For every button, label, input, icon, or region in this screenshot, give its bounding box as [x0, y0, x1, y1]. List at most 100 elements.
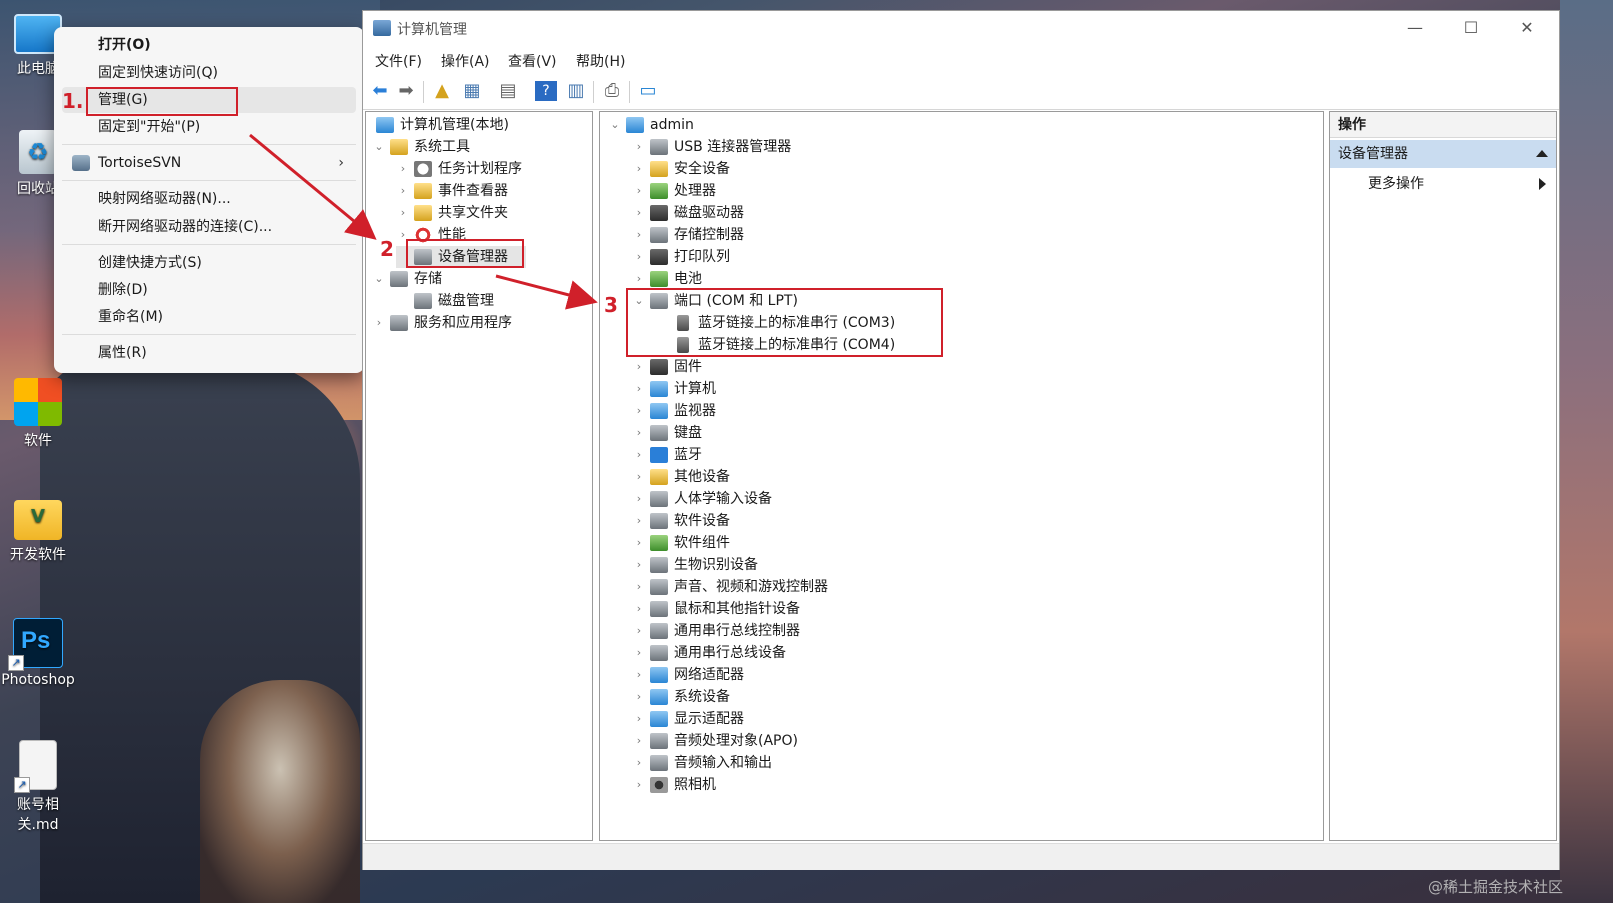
- collapse-icon[interactable]: ›: [396, 158, 410, 180]
- expand-icon[interactable]: ⌄: [372, 136, 386, 158]
- collapse-icon[interactable]: ›: [632, 400, 646, 422]
- expand-icon[interactable]: ⌄: [608, 114, 622, 136]
- collapse-icon[interactable]: ›: [632, 422, 646, 444]
- collapse-icon[interactable]: ›: [632, 708, 646, 730]
- device-category-label: 软件设备: [674, 513, 730, 529]
- device-category-label: 生物识别设备: [674, 557, 758, 573]
- close-button[interactable]: ✕: [1499, 15, 1555, 41]
- collapse-icon[interactable]: ›: [632, 268, 646, 290]
- collapse-icon[interactable]: ›: [632, 598, 646, 620]
- device-category-label: 音频输入和输出: [674, 755, 772, 771]
- device-category-label: 处理器: [674, 183, 716, 199]
- tortoisesvn-icon: [72, 155, 90, 171]
- up-folder-icon[interactable]: ▲: [431, 81, 453, 101]
- device-category-label: 计算机: [674, 381, 716, 397]
- back-icon[interactable]: ⬅: [369, 81, 391, 101]
- device-category-label: 人体学输入设备: [674, 491, 772, 507]
- collapse-icon[interactable]: ›: [632, 180, 646, 202]
- desktop-icon-photoshop[interactable]: Ps ↗ Photoshop: [0, 618, 78, 688]
- mouse-icon: [650, 601, 668, 617]
- recycle-bin-icon: [19, 130, 57, 174]
- device-category-label: 固件: [674, 359, 702, 375]
- view-icon[interactable]: ▥: [565, 81, 587, 101]
- collapse-icon[interactable]: ›: [632, 620, 646, 642]
- menu-item-tortoisesvn[interactable]: TortoiseSVN ›: [62, 150, 356, 176]
- menu-item-disconnect-drive[interactable]: 断开网络驱动器的连接(C)...: [62, 214, 356, 240]
- collapse-icon[interactable]: ›: [632, 356, 646, 378]
- collapse-icon[interactable]: ›: [632, 510, 646, 532]
- collapse-icon[interactable]: ›: [632, 466, 646, 488]
- menu-item-pin-quick-access[interactable]: 固定到快速访问(Q): [62, 60, 356, 86]
- menu-view[interactable]: 查看(V): [508, 51, 557, 71]
- collapse-icon[interactable]: ›: [396, 180, 410, 202]
- network-adapter-icon: [650, 667, 668, 683]
- maximize-button[interactable]: ☐: [1443, 15, 1499, 41]
- properties-icon[interactable]: ▤: [497, 81, 519, 101]
- device-category-label: 声音、视频和游戏控制器: [674, 579, 828, 595]
- wallpaper-cat: [200, 680, 360, 903]
- tools-icon: [390, 139, 408, 155]
- menu-file[interactable]: 文件(F): [375, 51, 422, 71]
- collapse-icon[interactable]: ›: [632, 686, 646, 708]
- help-icon[interactable]: ?: [535, 81, 557, 101]
- desktop-icon-md-file[interactable]: ↗ 账号相关.md: [0, 740, 78, 834]
- collapse-icon[interactable]: ›: [632, 576, 646, 598]
- menu-item-properties[interactable]: 属性(R): [62, 340, 356, 366]
- monitor-icon[interactable]: ▭: [637, 81, 659, 101]
- device-category-label: 照相机: [674, 777, 716, 793]
- computer-management-window: 计算机管理 — ☐ ✕ 文件(F) 操作(A) 查看(V) 帮助(H) ⬅ ➡ …: [362, 10, 1560, 870]
- collapse-icon[interactable]: ›: [632, 246, 646, 268]
- menu-item-create-shortcut[interactable]: 创建快捷方式(S): [62, 250, 356, 276]
- minimize-button[interactable]: —: [1387, 15, 1443, 41]
- services-icon: [390, 315, 408, 331]
- menu-item-rename[interactable]: 重命名(M): [62, 304, 356, 330]
- action-more-actions[interactable]: 更多操作: [1368, 172, 1424, 196]
- submenu-triangle-icon[interactable]: [1539, 178, 1546, 190]
- collapse-icon[interactable]: ›: [372, 312, 386, 334]
- computer-icon: [626, 117, 644, 133]
- title-bar[interactable]: 计算机管理 — ☐ ✕: [363, 11, 1559, 45]
- annotation-box-ports: [626, 288, 943, 357]
- desktop-icon-software[interactable]: 软件: [0, 378, 78, 450]
- desktop-icon-label: 账号相关.md: [17, 797, 59, 833]
- collapse-icon[interactable]: ›: [632, 488, 646, 510]
- collapse-icon[interactable]: ›: [632, 752, 646, 774]
- device-category-label: 网络适配器: [674, 667, 744, 683]
- storage-controller-icon: [650, 227, 668, 243]
- window-title: 计算机管理: [397, 22, 467, 38]
- device-list-pane: ⌄ admin › USB 连接器管理器 › 安全设备 › 处理器 › 磁盘驱动器 › 存储控制器…: [599, 111, 1324, 841]
- hid-icon: [650, 491, 668, 507]
- menu-action[interactable]: 操作(A): [441, 51, 490, 71]
- desktop-icon-label: Photoshop: [1, 672, 75, 688]
- collapse-icon[interactable]: ›: [632, 378, 646, 400]
- console-tree-icon[interactable]: ▦: [461, 81, 483, 101]
- collapse-icon[interactable]: ›: [632, 136, 646, 158]
- menu-item-map-drive[interactable]: 映射网络驱动器(N)...: [62, 186, 356, 212]
- collapse-icon[interactable]: ›: [632, 730, 646, 752]
- collapse-icon[interactable]: ›: [632, 554, 646, 576]
- menu-bar: 文件(F) 操作(A) 查看(V) 帮助(H): [363, 47, 1559, 73]
- collapse-icon[interactable]: ›: [632, 774, 646, 796]
- action-label: 设备管理器: [1338, 146, 1408, 162]
- expand-icon[interactable]: ⌄: [372, 268, 386, 290]
- collapse-icon[interactable]: ›: [632, 444, 646, 466]
- collapse-icon[interactable]: ›: [632, 664, 646, 686]
- collapse-icon[interactable]: ›: [632, 532, 646, 554]
- collapse-icon[interactable]: ›: [632, 642, 646, 664]
- menu-help[interactable]: 帮助(H): [576, 51, 625, 71]
- scan-hardware-icon[interactable]: ⎙: [601, 81, 623, 101]
- collapse-icon[interactable]: ›: [632, 202, 646, 224]
- collapse-icon[interactable]: ›: [396, 202, 410, 224]
- menu-item-delete[interactable]: 删除(D): [62, 277, 356, 303]
- printer-icon: [650, 249, 668, 265]
- disk-icon: [414, 293, 432, 309]
- collapse-icon[interactable]: ›: [632, 224, 646, 246]
- menu-item-pin-start[interactable]: 固定到"开始"(P): [62, 114, 356, 140]
- desktop-icon-dev-software[interactable]: 开发软件: [0, 500, 78, 564]
- forward-icon[interactable]: ➡: [395, 81, 417, 101]
- collapse-triangle-icon[interactable]: [1536, 150, 1548, 157]
- collapse-icon[interactable]: ›: [632, 158, 646, 180]
- action-device-manager[interactable]: 设备管理器: [1330, 140, 1556, 168]
- tree-label: 任务计划程序: [438, 161, 522, 177]
- menu-item-open[interactable]: 打开(O): [62, 32, 356, 58]
